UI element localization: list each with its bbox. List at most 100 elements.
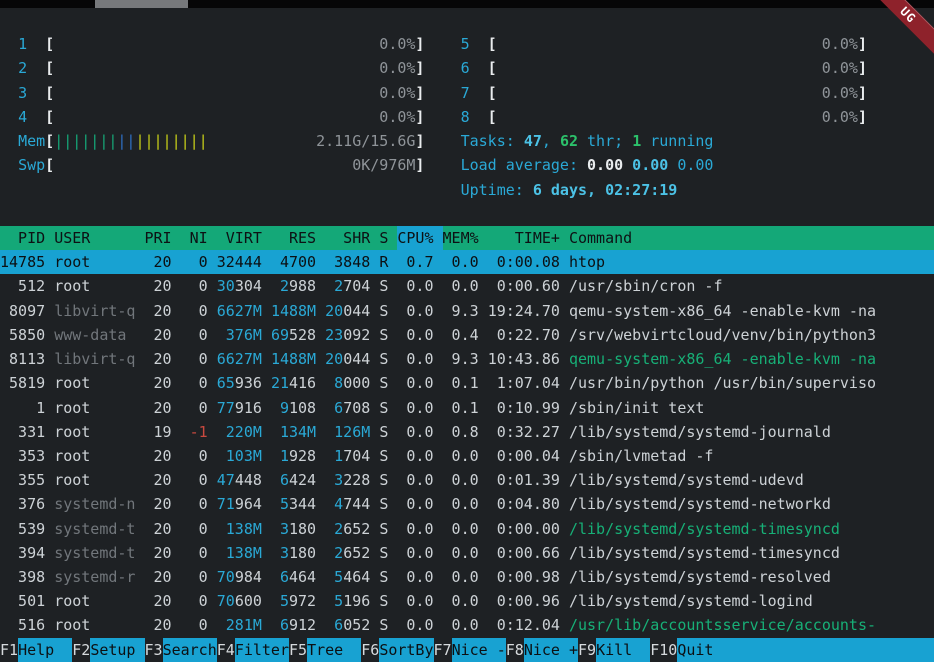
cpu-meter-8: 8 [ 0.0%] [443,105,867,129]
fn-f8-nice[interactable]: F8Nice + [506,638,578,662]
cell-cpu: 0.0 [397,371,433,395]
cell-time: 19:24.70 [488,299,560,323]
f1-key-label: F1 [0,638,18,662]
process-row[interactable]: 355 root 20 0 47448 6424 3228 S 0.0 0.0 … [0,468,934,492]
cell-pri: 20 [145,613,172,637]
terminal-content: 1 [ 0.0%] 5 [ 0.0%] 2 [ 0.0%] 6 [ 0.0%] … [0,8,934,662]
process-row[interactable]: 353 root 20 0 103M 1928 1704 S 0.0 0.0 0… [0,444,934,468]
process-row[interactable]: 398 systemd-r 20 0 70984 6464 5464 S 0.0… [0,565,934,589]
fn-f3-search[interactable]: F3Search [145,638,217,662]
fn-button-label: Nice - [452,638,506,662]
f5-key-label: F5 [289,638,307,662]
cell-user: libvirt-q [54,347,135,371]
process-row[interactable]: 1 root 20 0 77916 9108 6708 S 0.0 0.1 0:… [0,396,934,420]
cell-command: /usr/bin/python /usr/bin/superviso [569,371,876,395]
column-header-mem[interactable]: MEM% [443,226,488,250]
fn-button-label: Kill [596,638,650,662]
cell-mem: 0.1 [443,396,479,420]
cell-ni: 0 [181,517,208,541]
column-header-user[interactable]: USER [54,226,144,250]
cell-pid: 516 [0,613,45,637]
mem-bar-cache: |||||||| [135,132,207,150]
f7-key-label: F7 [434,638,452,662]
cell-state: S [379,396,388,420]
process-row[interactable]: 331 root 19 -1 220M 134M 126M S 0.0 0.8 … [0,420,934,444]
column-header-cpu[interactable]: CPU% [397,226,442,250]
cell-time: 0:01.39 [488,468,560,492]
process-row[interactable]: 8097 libvirt-q 20 0 6627M 1488M 20044 S … [0,299,934,323]
function-bar: F1Help F2Setup F3SearchF4FilterF5Tree F6… [0,638,934,662]
fn-f4-filter[interactable]: F4Filter [217,638,289,662]
cell-ni: 0 [181,565,208,589]
process-row[interactable]: 516 root 20 0 281M 6912 6052 S 0.0 0.0 0… [0,613,934,637]
fn-button-label: Tree [307,638,361,662]
fn-f5-tree[interactable]: F5Tree [289,638,361,662]
cell-ni: 0 [181,371,208,395]
process-row[interactable]: 512 root 20 0 30304 2988 2704 S 0.0 0.0 … [0,274,934,298]
cell-cpu: 0.0 [397,492,433,516]
cell-ni: 0 [181,274,208,298]
cell-state: R [379,250,388,274]
cell-cpu: 0.7 [397,250,433,274]
fn-f6-sortby[interactable]: F6SortBy [361,638,433,662]
cell-cpu: 0.0 [397,541,433,565]
column-header-pid[interactable]: PID [0,226,54,250]
cell-time: 0:32.27 [488,420,560,444]
window-tab-indicator [95,0,188,8]
column-header-res[interactable]: RES [271,226,325,250]
cell-mem: 0.8 [443,420,479,444]
cell-state: S [379,274,388,298]
fn-f10-quit[interactable]: F10Quit [650,638,934,662]
cell-state: S [379,565,388,589]
cpu-meter-row: 4 [ 0.0%] 8 [ 0.0%] [0,105,934,129]
swap-meter: Swp[ 0K/976M] [0,153,424,177]
column-header-ni[interactable]: NI [181,226,217,250]
process-row[interactable]: 14785 root 20 0 32444 4700 3848 R 0.7 0.… [0,250,934,274]
cell-user: root [54,613,135,637]
process-row[interactable]: 8113 libvirt-q 20 0 6627M 1488M 20044 S … [0,347,934,371]
cell-state: S [379,589,388,613]
column-header-virt[interactable]: VIRT [217,226,271,250]
column-header-time[interactable]: TIME+ [488,226,569,250]
fn-f2-setup[interactable]: F2Setup [72,638,144,662]
process-row[interactable]: 394 systemd-t 20 0 138M 3180 2652 S 0.0 … [0,541,934,565]
fn-button-label: SortBy [379,638,433,662]
column-header-s[interactable]: S [379,226,397,250]
cell-pid: 353 [0,444,45,468]
process-row[interactable]: 5819 root 20 0 65936 21416 8000 S 0.0 0.… [0,371,934,395]
cell-pri: 20 [145,347,172,371]
cell-cpu: 0.0 [397,613,433,637]
cell-user: root [54,250,135,274]
cell-mem: 0.0 [443,565,479,589]
column-header-command[interactable]: Command [569,226,632,250]
f3-key-label: F3 [145,638,163,662]
cell-time: 0:00.98 [488,565,560,589]
cell-time: 0:04.80 [488,492,560,516]
cell-user: root [54,444,135,468]
column-header-shr[interactable]: SHR [325,226,379,250]
cell-ni: 0 [181,299,208,323]
cell-ni: 0 [181,613,208,637]
fn-f1-help[interactable]: F1Help [0,638,72,662]
process-table-header: PID USER PRI NI VIRT RES SHR S CPU% MEM%… [0,226,934,250]
cell-pri: 20 [145,517,172,541]
fn-f9-kill[interactable]: F9Kill [578,638,650,662]
process-row[interactable]: 501 root 20 0 70600 5972 5196 S 0.0 0.0 … [0,589,934,613]
memory-meter: Mem[||||||||||||||||| 2.11G/15.6G] [0,129,424,153]
process-row[interactable]: 5850 www-data 20 0 376M 69528 23092 S 0.… [0,323,934,347]
cell-time: 0:00.96 [488,589,560,613]
cell-pid: 539 [0,517,45,541]
cell-state: S [379,347,388,371]
cell-pid: 331 [0,420,45,444]
column-header-pri[interactable]: PRI [145,226,181,250]
blank-line [0,8,934,32]
fn-f7-nice[interactable]: F7Nice - [434,638,506,662]
cell-pid: 501 [0,589,45,613]
process-row[interactable]: 376 systemd-n 20 0 71964 5344 4744 S 0.0… [0,492,934,516]
cpu-meter-3: 3 [ 0.0%] [0,81,424,105]
f4-key-label: F4 [217,638,235,662]
cell-command: htop [569,250,605,274]
cell-time: 1:07.04 [488,371,560,395]
process-row[interactable]: 539 systemd-t 20 0 138M 3180 2652 S 0.0 … [0,517,934,541]
cell-cpu: 0.0 [397,299,433,323]
